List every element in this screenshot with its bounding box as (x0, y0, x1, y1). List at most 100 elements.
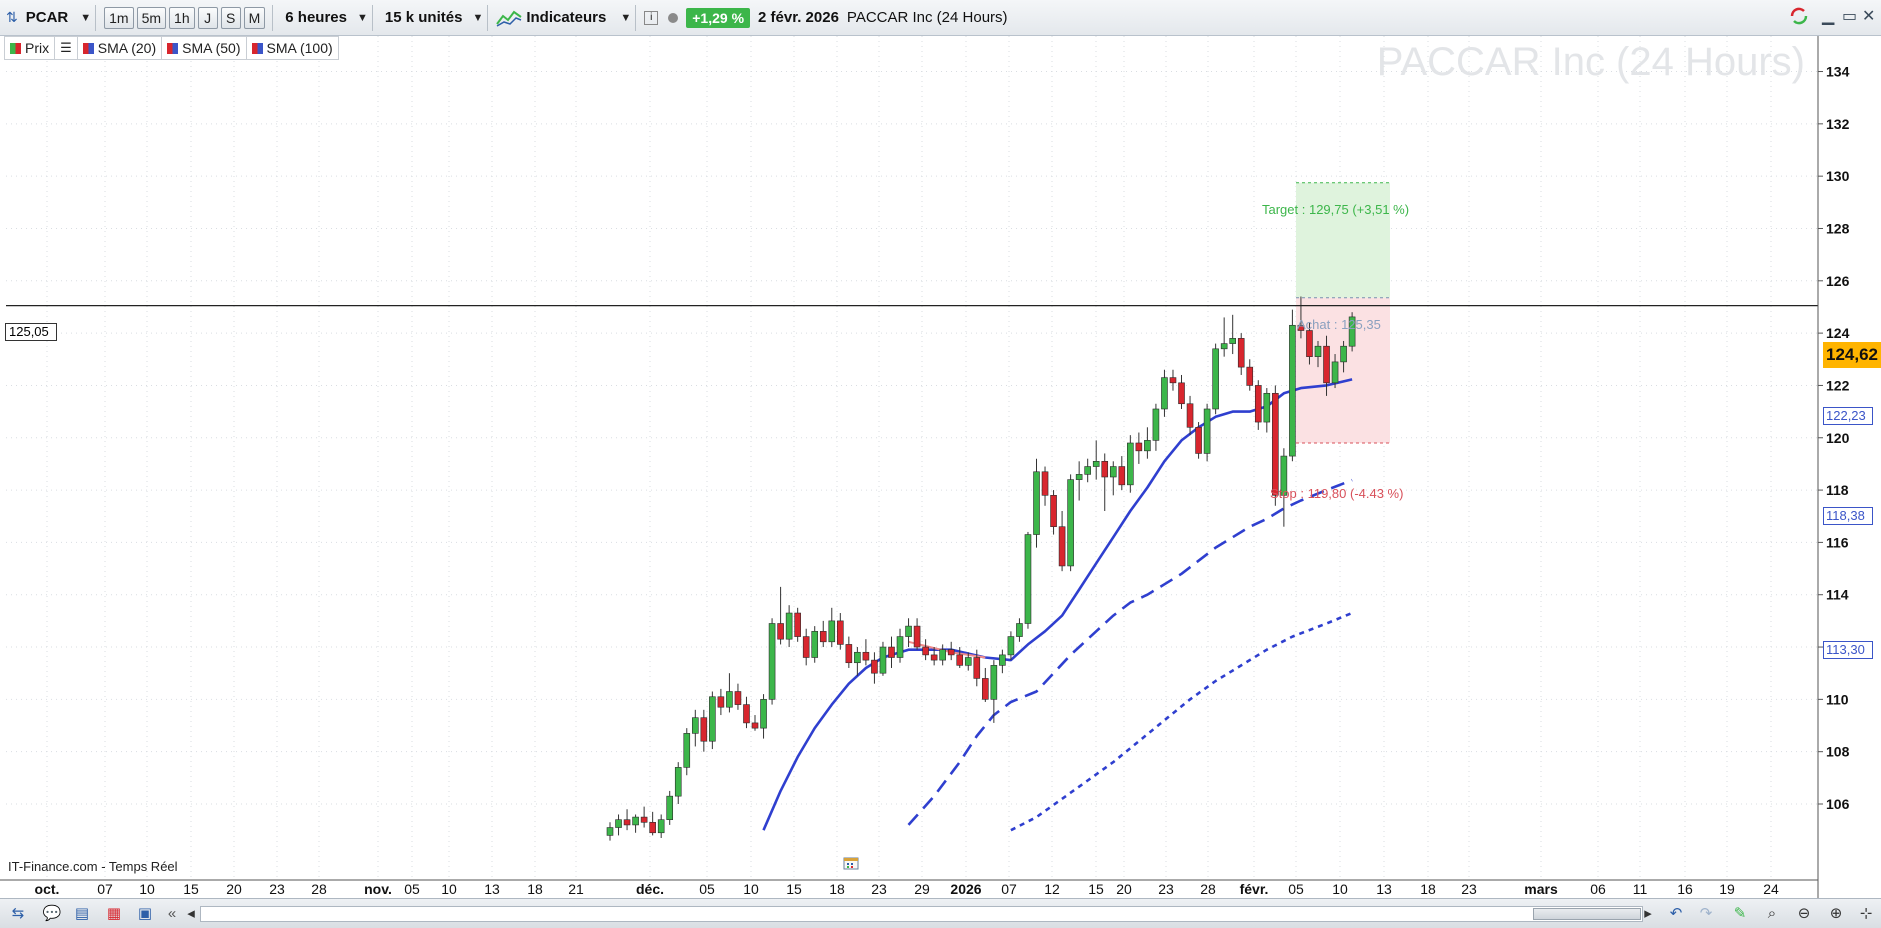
list-icon[interactable]: ▤ (72, 904, 92, 924)
sync-icon[interactable] (1788, 6, 1810, 31)
legend-item-sma20[interactable]: SMA (20) (78, 37, 163, 59)
separator (95, 4, 97, 31)
x-tick-label: oct. (35, 881, 60, 897)
y-tick-label: 134 (1826, 64, 1850, 80)
quote-date: 2 févr. 2026 (758, 9, 839, 26)
legend-item-prix[interactable]: Prix (5, 37, 56, 59)
candle-body (1289, 324, 1296, 457)
candle-body (1050, 495, 1057, 528)
candle-body (1314, 345, 1322, 357)
sma-line (1010, 611, 1353, 832)
indicators-button[interactable]: Indicateurs (496, 4, 610, 32)
legend-item-sma100[interactable]: SMA (100) (247, 37, 338, 59)
x-tick-label: 15 (786, 881, 802, 897)
chevron-down-icon[interactable]: ▼ (80, 12, 91, 24)
event-calendar-icon[interactable] (843, 856, 859, 870)
zoom-in-icon[interactable]: ⊕ (1826, 904, 1846, 924)
timeframe-week-button[interactable]: S (220, 6, 241, 29)
share-icon[interactable]: ⇆ (8, 904, 28, 924)
maximize-icon[interactable]: ▭ (1842, 6, 1857, 26)
x-tick-label: 15 (1088, 881, 1104, 897)
status-dot-icon (668, 12, 679, 23)
timeframe-1m-button[interactable]: 1m (104, 6, 134, 29)
scroll-left-icon[interactable]: ◂ (181, 904, 201, 924)
candles (606, 296, 1356, 841)
candle-body (905, 625, 912, 637)
candle-body (828, 620, 836, 643)
candle-body (990, 665, 998, 700)
comment-icon[interactable]: 💬 (42, 904, 62, 924)
y-tick-label: 122 (1826, 377, 1850, 393)
list-icon: ☰ (60, 40, 72, 55)
legend-settings[interactable]: ☰ (55, 37, 78, 59)
scrollbar-thumb[interactable] (1533, 908, 1641, 920)
candle-body (1169, 377, 1177, 384)
legend-item-sma50[interactable]: SMA (50) (162, 37, 247, 59)
candle-body (1323, 345, 1330, 384)
candle-body (1220, 343, 1228, 350)
sma50-value-tag: 118,38 (1823, 507, 1873, 525)
x-tick-label: 05 (404, 881, 420, 897)
candle-body (768, 623, 776, 700)
double-chevron-left-icon[interactable]: « (162, 904, 182, 924)
time-scrollbar[interactable] (200, 906, 1643, 922)
zoom-out-icon[interactable]: ⊖ (1794, 904, 1814, 924)
legend-label: SMA (20) (97, 40, 157, 56)
candle-body (1041, 471, 1049, 496)
timeframe-day-button[interactable]: J (197, 6, 218, 29)
x-tick-label: 07 (1001, 881, 1017, 897)
timeframe-month-button[interactable]: M (243, 6, 266, 29)
candle-body (760, 699, 767, 729)
close-icon[interactable]: ✕ (1862, 6, 1875, 26)
candle-body (632, 816, 639, 826)
price-axis[interactable]: 1061081101121141161181201221241261281301… (1817, 36, 1850, 898)
indicator-legend: Prix ☰ SMA (20) SMA (50) SMA (100) (4, 36, 339, 60)
timeframe-1h-button[interactable]: 1h (169, 6, 195, 29)
indicators-dropdown[interactable]: ▼ (614, 4, 631, 32)
minimize-icon[interactable]: ▁ (1822, 6, 1834, 26)
symbol-group: ⇅ PCAR ▼ (4, 4, 91, 32)
scroll-right-icon[interactable]: ▸ (1638, 904, 1658, 924)
y-tick-label: 126 (1826, 273, 1850, 289)
sma-line (762, 378, 1353, 831)
reference-line-label[interactable]: 125,05 (5, 323, 57, 341)
symbol-selector[interactable]: PCAR (20, 9, 75, 26)
undo-icon[interactable]: ↶ (1666, 904, 1686, 924)
x-tick-label: 05 (699, 881, 715, 897)
crosshair-icon[interactable]: ⊹ (1856, 904, 1876, 924)
timeframe-5m-button[interactable]: 5m (136, 6, 167, 29)
candle-body (1092, 461, 1100, 467)
x-tick-label: 24 (1763, 881, 1779, 897)
legend-label: SMA (50) (182, 40, 241, 56)
period-selector[interactable]: 6 heures ▼ (281, 4, 368, 32)
x-tick-label: 06 (1590, 881, 1606, 897)
refresh-icon[interactable]: ⇅ (4, 9, 20, 26)
x-tick-label: 11 (1633, 881, 1648, 897)
candle-body (657, 819, 665, 834)
x-tick-label: 19 (1719, 881, 1735, 897)
candle-body (1272, 392, 1279, 496)
layers-icon[interactable]: ▦ (104, 904, 124, 924)
units-selector[interactable]: 15 k unités ▼ (381, 4, 483, 32)
y-tick-label: 116 (1826, 534, 1849, 550)
candle-body (964, 657, 972, 666)
zoom-fit-icon[interactable]: ⌕ (1762, 904, 1782, 924)
x-tick-label: 23 (1461, 881, 1477, 897)
redo-icon[interactable]: ↷ (1696, 904, 1716, 924)
candle-body (896, 636, 904, 658)
x-tick-label: 07 (97, 881, 113, 897)
price-chart[interactable]: 1061081101121141161181201221241261281301… (0, 36, 1881, 898)
chart-window-icon[interactable]: ▣ (135, 904, 155, 924)
x-tick-label: 21 (568, 881, 584, 897)
time-axis[interactable]: oct. 07 10 15 20 23 28 nov. 05 10 13 18 21 déc. 05 10 15… (0, 879, 1818, 897)
draw-icon[interactable]: ✎ (1730, 904, 1750, 924)
x-tick-label: 05 (1288, 881, 1304, 897)
x-tick-label: 13 (484, 881, 500, 897)
info-icon[interactable]: i (644, 10, 659, 25)
candle-body (1263, 392, 1271, 423)
x-tick-label: 23 (1158, 881, 1174, 897)
sma-lines (762, 378, 1353, 832)
candle-body (615, 819, 622, 828)
candle-body (939, 649, 946, 661)
y-tick-label: 108 (1826, 744, 1850, 760)
